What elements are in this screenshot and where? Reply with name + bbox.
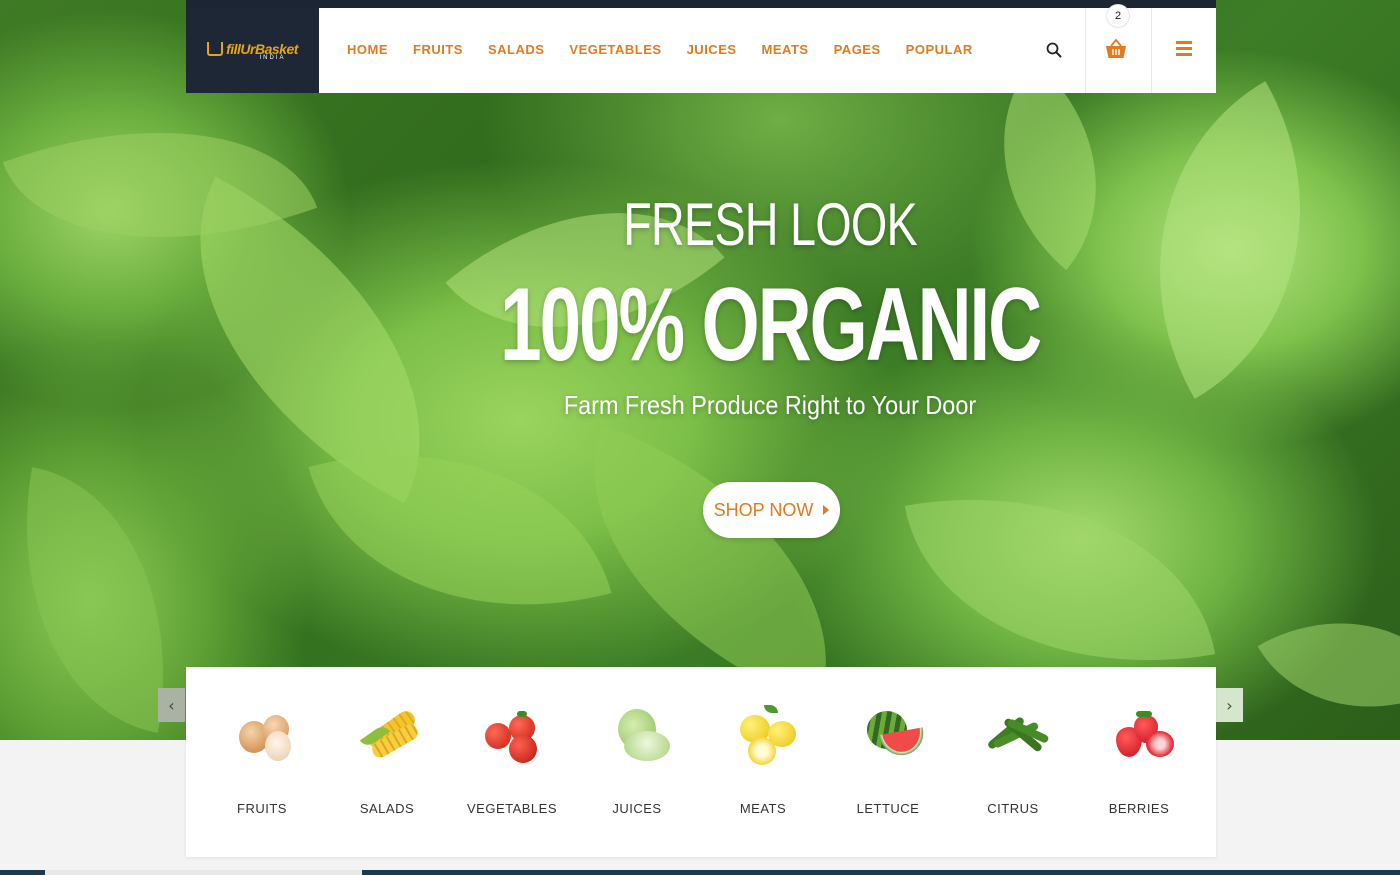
onion-icon bbox=[219, 687, 305, 771]
navbar: fillUrBasket INDIA HOME FRUITS SALADS VE… bbox=[186, 4, 1216, 93]
strawberry-icon bbox=[1096, 687, 1182, 771]
okra-icon bbox=[970, 687, 1056, 771]
category-label: SALADS bbox=[359, 801, 415, 816]
logo-subtext: INDIA bbox=[259, 54, 286, 61]
cabbage-icon bbox=[594, 687, 680, 771]
carousel-next-button[interactable]: › bbox=[1216, 688, 1243, 722]
bottom-strip bbox=[0, 870, 1400, 875]
tomato-icon bbox=[469, 687, 555, 771]
caret-right-icon bbox=[823, 505, 830, 515]
category-item-fruits[interactable]: FRUITS bbox=[207, 687, 317, 816]
nav-item-meats[interactable]: MEATS bbox=[762, 42, 809, 57]
nav-item-popular[interactable]: POPULAR bbox=[906, 42, 973, 57]
nav-item-vegetables[interactable]: VEGETABLES bbox=[569, 42, 661, 57]
search-icon[interactable] bbox=[1046, 42, 1062, 58]
category-label: VEGETABLES bbox=[466, 801, 557, 816]
nav-item-fruits[interactable]: FRUITS bbox=[413, 42, 463, 57]
category-item-lettuce[interactable]: LETTUCE bbox=[833, 687, 943, 816]
hero-subtitle: Farm Fresh Produce Right to Your Door bbox=[563, 390, 977, 420]
shop-now-button[interactable]: SHOP NOW bbox=[703, 482, 840, 538]
leaf-shape bbox=[904, 457, 1216, 703]
lemon-icon bbox=[720, 687, 806, 771]
carousel-prev-button[interactable]: ‹ bbox=[158, 688, 185, 722]
hero-heading-large: 100% ORGANIC bbox=[500, 267, 1042, 383]
shop-now-label: SHOP NOW bbox=[713, 499, 814, 520]
hamburger-menu-icon[interactable] bbox=[1176, 41, 1192, 59]
category-item-juices[interactable]: JUICES bbox=[582, 687, 692, 816]
nav-item-juices[interactable]: JUICES bbox=[687, 42, 737, 57]
corn-icon bbox=[344, 687, 430, 771]
category-item-meats[interactable]: MEATS bbox=[708, 687, 818, 816]
category-label: MEATS bbox=[739, 801, 787, 816]
nav-item-pages[interactable]: PAGES bbox=[834, 42, 881, 57]
category-label: JUICES bbox=[612, 801, 662, 816]
nav-divider bbox=[1151, 8, 1152, 93]
basket-icon[interactable] bbox=[1104, 38, 1128, 60]
top-strip bbox=[186, 0, 1216, 8]
main-nav: HOME FRUITS SALADS VEGETABLES JUICES MEA… bbox=[347, 42, 998, 57]
nav-divider bbox=[1085, 8, 1086, 93]
category-label: FRUITS bbox=[237, 801, 287, 816]
category-item-citrus[interactable]: CITRUS bbox=[958, 687, 1068, 816]
category-label: BERRIES bbox=[1108, 801, 1170, 816]
category-carousel: FRUITS SALADS VEGETABLES JUICES MEATS LE… bbox=[186, 667, 1216, 857]
nav-item-salads[interactable]: SALADS bbox=[488, 42, 544, 57]
category-label: LETTUCE bbox=[856, 801, 920, 816]
category-label: CITRUS bbox=[987, 801, 1039, 816]
leaf-shape bbox=[1257, 571, 1400, 740]
watermelon-icon bbox=[845, 687, 931, 771]
hero-banner: FRESH LOOK 100% ORGANIC Farm Fresh Produ… bbox=[0, 0, 1400, 740]
nav-item-home[interactable]: HOME bbox=[347, 42, 388, 57]
cart-count-badge: 2 bbox=[1106, 4, 1130, 28]
category-item-vegetables[interactable]: VEGETABLES bbox=[457, 687, 567, 816]
cart-logo-icon bbox=[207, 41, 224, 56]
category-item-berries[interactable]: BERRIES bbox=[1084, 687, 1194, 816]
category-item-salads[interactable]: SALADS bbox=[332, 687, 442, 816]
logo[interactable]: fillUrBasket INDIA bbox=[186, 8, 319, 93]
hero-heading-small: FRESH LOOK bbox=[623, 191, 918, 258]
